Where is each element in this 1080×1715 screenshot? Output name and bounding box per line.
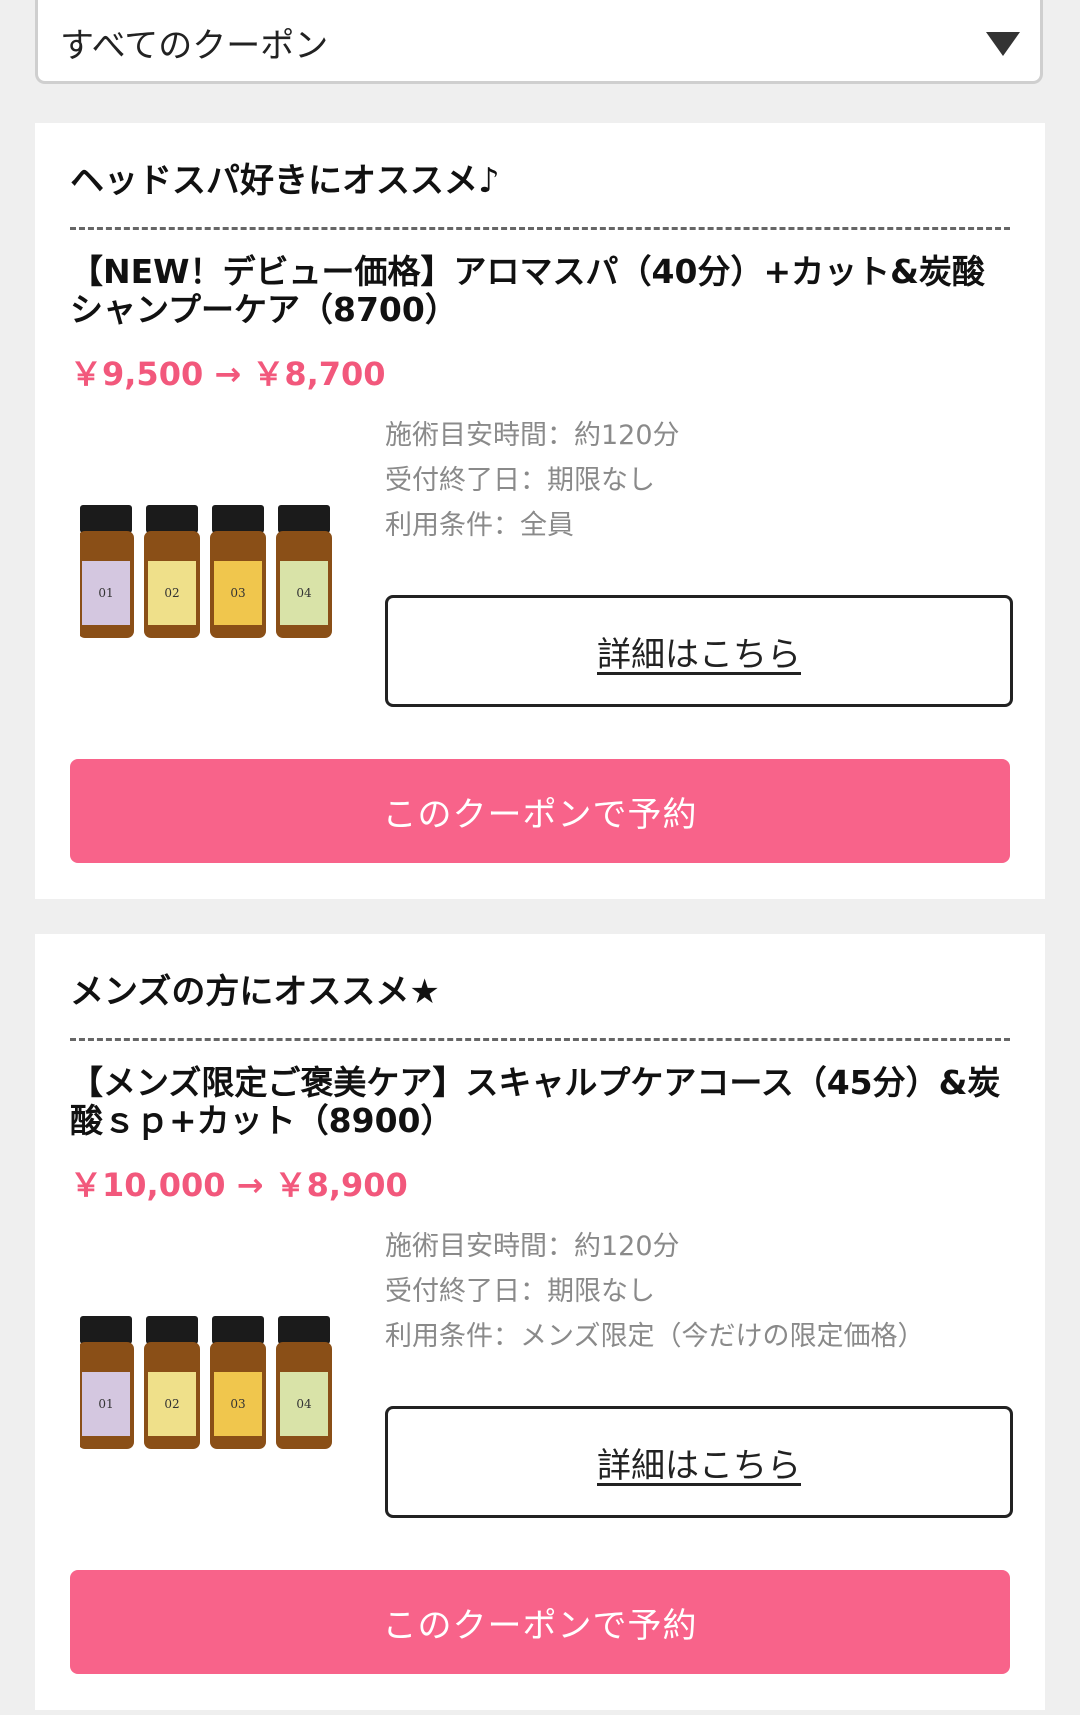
details-link[interactable]: 詳細はこちら bbox=[597, 1438, 801, 1487]
conditions: 利用条件：メンズ限定（今だけの限定価格） bbox=[385, 1321, 925, 1352]
svg-text:04: 04 bbox=[296, 586, 312, 600]
bottle: 02 bbox=[144, 505, 200, 638]
coupon-category: ヘッドスパ好きにオススメ♪ bbox=[70, 161, 500, 201]
svg-text:04: 04 bbox=[296, 1397, 312, 1411]
aroma-oil-bottles-image: 01 02 03 04 bbox=[80, 1316, 332, 1449]
coupon-info: 施術目安時間：約120分 受付終了日：期限なし 利用条件：メンズ限定（今だけの限… bbox=[385, 1224, 924, 1359]
details-button[interactable]: 詳細はこちら bbox=[385, 1406, 1013, 1518]
coupon-filter-value: すべてのクーポン bbox=[60, 26, 329, 66]
bottle: 02 bbox=[144, 1316, 200, 1449]
coupon-title: 【メンズ限定ご褒美ケア】スキャルプケアコース（45分）&炭酸ｓｐ+カット（890… bbox=[70, 1063, 1001, 1140]
aroma-oil-bottles-image: 01 02 03 04 bbox=[80, 505, 332, 638]
reserve-button[interactable]: このクーポンで予約 bbox=[70, 759, 1010, 863]
bottle: 03 bbox=[210, 1316, 266, 1449]
svg-text:02: 02 bbox=[164, 1397, 179, 1411]
dashed-divider bbox=[70, 1038, 1010, 1041]
dashed-divider bbox=[70, 227, 1010, 230]
conditions: 利用条件：全員 bbox=[385, 510, 574, 541]
bottle: 04 bbox=[276, 1316, 332, 1449]
bottle: 03 bbox=[210, 505, 266, 638]
treatment-time: 施術目安時間：約120分 bbox=[385, 420, 680, 451]
svg-text:01: 01 bbox=[98, 1397, 113, 1411]
triangle-down-icon bbox=[986, 32, 1020, 56]
svg-text:03: 03 bbox=[230, 586, 245, 600]
coupon-card: ヘッドスパ好きにオススメ♪ 【NEW！デビュー価格】アロマスパ（40分）+カット… bbox=[35, 123, 1045, 899]
coupon-filter-select[interactable]: すべてのクーポン bbox=[35, 0, 1043, 84]
reserve-button[interactable]: このクーポンで予約 bbox=[70, 1570, 1010, 1674]
svg-text:02: 02 bbox=[164, 586, 179, 600]
coupon-category: メンズの方にオススメ★ bbox=[70, 972, 440, 1012]
svg-text:01: 01 bbox=[98, 586, 113, 600]
deadline: 受付終了日：期限なし bbox=[385, 1276, 655, 1307]
coupon-title: 【NEW！デビュー価格】アロマスパ（40分）+カット&炭酸シャンプーケア（870… bbox=[70, 252, 985, 329]
bottle: 04 bbox=[276, 505, 332, 638]
bottle: 01 bbox=[80, 505, 134, 638]
treatment-time: 施術目安時間：約120分 bbox=[385, 1231, 680, 1262]
bottle: 01 bbox=[80, 1316, 134, 1449]
coupon-price: ￥10,000 → ￥8,900 bbox=[70, 1166, 408, 1204]
coupon-card: メンズの方にオススメ★ 【メンズ限定ご褒美ケア】スキャルプケアコース（45分）&… bbox=[35, 934, 1045, 1710]
details-link[interactable]: 詳細はこちら bbox=[597, 627, 801, 676]
reserve-label: このクーポンで予約 bbox=[382, 1605, 698, 1646]
coupon-info: 施術目安時間：約120分 受付終了日：期限なし 利用条件：全員 bbox=[385, 413, 680, 548]
reserve-label: このクーポンで予約 bbox=[382, 794, 698, 835]
details-button[interactable]: 詳細はこちら bbox=[385, 595, 1013, 707]
deadline: 受付終了日：期限なし bbox=[385, 465, 655, 496]
svg-text:03: 03 bbox=[230, 1397, 245, 1411]
coupon-price: ￥9,500 → ￥8,700 bbox=[70, 355, 386, 393]
